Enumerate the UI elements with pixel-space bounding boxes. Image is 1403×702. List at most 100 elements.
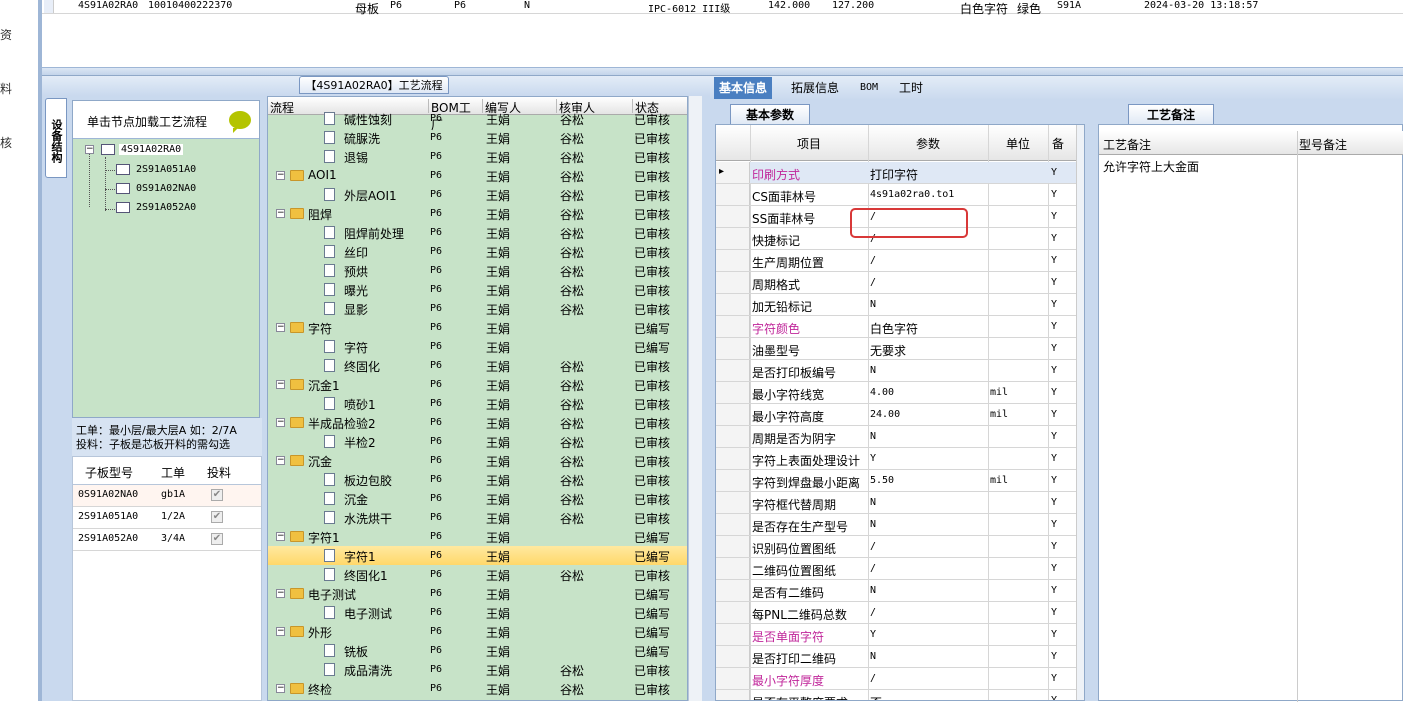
row-selector[interactable] (716, 404, 750, 425)
row-selector[interactable] (716, 580, 750, 601)
param-value[interactable]: 4s91a02ra0.to1 (870, 189, 954, 200)
param-row[interactable]: 字符上表面处理设计 Y Y (716, 448, 1076, 470)
flow-row[interactable]: 曝光 P6 王娟 谷松 已审核 (268, 280, 687, 299)
nav-item-3[interactable]: 核 (0, 134, 12, 151)
param-row[interactable]: 生产周期位置 / Y (716, 250, 1076, 272)
param-value[interactable]: N (870, 651, 876, 662)
row-selector[interactable] (716, 316, 750, 337)
tab-device-structure[interactable]: 设备结构 (45, 98, 67, 178)
column-header[interactable]: 项目 (750, 135, 868, 152)
flow-row[interactable]: 阻焊前处理 P6 王娟 谷松 已审核 (268, 223, 687, 242)
param-value[interactable]: / (870, 607, 876, 618)
param-row[interactable]: 是否单面字符 Y Y (716, 624, 1076, 646)
param-row[interactable]: 是否打印板编号 N Y (716, 360, 1076, 382)
splitter[interactable] (42, 68, 1403, 76)
order-row[interactable]: 4S91A02RA0 10010400222370 母板 P6 P6 N IPC… (42, 0, 1403, 16)
param-value[interactable]: / (870, 563, 876, 574)
tree-child[interactable]: 2S91A051A0 (136, 164, 196, 175)
flow-row[interactable]: − 阻焊 P6 王娟 谷松 已审核 (268, 204, 687, 223)
flow-row[interactable]: 沉金 P6 王娟 谷松 已审核 (268, 489, 687, 508)
tab-basic-info[interactable]: 基本信息 (714, 77, 773, 99)
row-selector[interactable] (716, 338, 750, 359)
flow-row[interactable]: 电子测试 P6 王娟 已编写 (268, 603, 687, 622)
row-selector[interactable] (716, 514, 750, 535)
tab-work-hours[interactable]: 工时 (894, 77, 928, 99)
param-row[interactable]: ▸ 印刷方式 打印字符 Y (716, 162, 1076, 184)
param-value[interactable]: 4.00 (870, 387, 894, 398)
table-row[interactable]: 2S91A052A0 3/4A ✔ (73, 529, 261, 551)
flow-row[interactable]: − 电子测试 P6 王娟 已编写 (268, 584, 687, 603)
row-selector[interactable] (716, 382, 750, 403)
param-value[interactable]: N (870, 585, 876, 596)
flow-row[interactable]: 成品清洗 P6 王娟 谷松 已审核 (268, 660, 687, 679)
param-row[interactable]: 是否存在生产型号 N Y (716, 514, 1076, 536)
checkbox[interactable]: ✔ (211, 511, 223, 523)
flow-row[interactable]: 水洗烘干 P6 王娟 谷松 已审核 (268, 508, 687, 527)
row-selector[interactable] (716, 690, 750, 700)
checkbox[interactable]: ✔ (211, 533, 223, 545)
param-value[interactable]: N (870, 497, 876, 508)
flow-row[interactable]: 显影 P6 王娟 谷松 已审核 (268, 299, 687, 318)
param-value[interactable]: 无要求 (870, 342, 906, 359)
flow-row[interactable]: 退锡 P6 王娟 谷松 已审核 (268, 147, 687, 166)
collapse-icon[interactable]: − (276, 418, 285, 427)
param-value[interactable]: 5.50 (870, 475, 894, 486)
flow-scrollbar[interactable] (688, 96, 702, 701)
flow-row[interactable]: 喷砂1 P6 王娟 谷松 已审核 (268, 394, 687, 413)
param-row[interactable]: 最小字符高度 24.00 mil Y (716, 404, 1076, 426)
flow-row[interactable]: 硫脲洗 P6 王娟 谷松 已审核 (268, 128, 687, 147)
flow-row[interactable]: 字符1 P6 王娟 已编写 (268, 546, 687, 565)
tree-root[interactable]: 4S91A02RA0 (119, 144, 184, 155)
row-selector[interactable] (716, 492, 750, 513)
param-row[interactable]: 字符颜色 白色字符 Y (716, 316, 1076, 338)
flow-row[interactable]: 铣板 P6 王娟 已编写 (268, 641, 687, 660)
table-row[interactable]: 2S91A051A0 1/2A ✔ (73, 507, 261, 529)
flow-row[interactable]: − 半成品检验2 P6 王娟 谷松 已审核 (268, 413, 687, 432)
flow-row[interactable]: 丝印 P6 王娟 谷松 已审核 (268, 242, 687, 261)
row-selector[interactable] (716, 360, 750, 381)
param-row[interactable]: 是否有平整度要求 否 Y (716, 690, 1076, 700)
param-row[interactable]: CS面菲林号 4s91a02ra0.to1 Y (716, 184, 1076, 206)
param-value[interactable]: / (870, 277, 876, 288)
param-row[interactable]: 是否打印二维码 N Y (716, 646, 1076, 668)
flow-row[interactable]: 碱性蚀刻 P6 王娟 谷松 已审核 (268, 109, 687, 128)
param-value[interactable]: N (870, 431, 876, 442)
param-row[interactable]: 是否有二维码 N Y (716, 580, 1076, 602)
param-row[interactable]: 加无铅标记 N Y (716, 294, 1076, 316)
param-value[interactable]: N (870, 299, 876, 310)
collapse-icon[interactable]: − (276, 456, 285, 465)
param-row[interactable]: 周期格式 / Y (716, 272, 1076, 294)
tab-bom[interactable]: BOM (855, 77, 883, 99)
param-row[interactable]: 最小字符线宽 4.00 mil Y (716, 382, 1076, 404)
flow-row[interactable]: − 外形 P6 王娟 已编写 (268, 622, 687, 641)
row-selector[interactable] (716, 602, 750, 623)
flow-row[interactable]: − 字符1 P6 王娟 已编写 (268, 527, 687, 546)
param-value[interactable]: / (870, 541, 876, 552)
param-row[interactable]: 油墨型号 无要求 Y (716, 338, 1076, 360)
collapse-icon[interactable]: − (276, 171, 285, 180)
nav-item-1[interactable]: 资 (0, 26, 12, 43)
row-selector[interactable] (716, 272, 750, 293)
row-selector[interactable] (716, 624, 750, 645)
row-selector[interactable] (716, 184, 750, 205)
collapse-icon[interactable]: − (276, 380, 285, 389)
param-value[interactable]: 否 (870, 694, 882, 700)
collapse-icon[interactable]: − (276, 684, 285, 693)
flow-row[interactable]: − 终检 P6 王娟 谷松 已审核 (268, 679, 687, 698)
param-value[interactable]: N (870, 519, 876, 530)
param-value[interactable]: N (870, 365, 876, 376)
row-selector[interactable] (716, 536, 750, 557)
param-value[interactable]: Y (870, 453, 876, 464)
flow-row[interactable]: − 沉金 P6 王娟 谷松 已审核 (268, 451, 687, 470)
collapse-icon[interactable]: − (85, 145, 94, 154)
row-selector[interactable]: ▸ (716, 162, 750, 183)
column-header[interactable]: 单位 (988, 135, 1048, 152)
collapse-icon[interactable]: − (276, 209, 285, 218)
collapse-icon[interactable]: − (276, 532, 285, 541)
column-header[interactable]: 工单 (161, 464, 185, 481)
param-row[interactable]: 最小字符厚度 / Y (716, 668, 1076, 690)
row-selector[interactable] (716, 448, 750, 469)
column-header[interactable]: 子板型号 (85, 464, 133, 481)
row-selector[interactable] (716, 206, 750, 227)
row-selector[interactable] (716, 250, 750, 271)
